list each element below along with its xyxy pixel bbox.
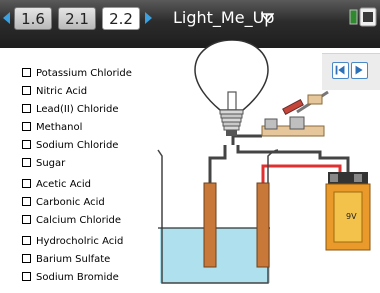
tab-2-1[interactable]: 2.1	[58, 7, 96, 30]
light-bulb	[194, 40, 269, 136]
battery-label: 9V	[346, 212, 357, 221]
previous-page-arrow-icon[interactable]	[3, 12, 10, 24]
checkbox[interactable]	[22, 197, 31, 206]
checkbox[interactable]	[22, 254, 31, 263]
battery-status-icon	[349, 7, 377, 27]
tab-1-6[interactable]: 1.6	[14, 7, 52, 30]
knife-switch	[261, 90, 329, 137]
checkbox[interactable]	[22, 215, 31, 224]
chevron-down-icon[interactable]	[261, 13, 274, 22]
checkbox[interactable]	[22, 272, 31, 281]
battery	[325, 172, 371, 251]
wire	[208, 145, 227, 183]
checkbox[interactable]	[22, 140, 31, 149]
wire	[231, 134, 262, 145]
checkbox[interactable]	[22, 86, 31, 95]
next-page-arrow-icon[interactable]	[145, 12, 152, 24]
electrode	[256, 182, 270, 268]
checkbox[interactable]	[22, 179, 31, 188]
checkbox[interactable]	[22, 236, 31, 245]
wire	[236, 145, 350, 172]
tab-2-2[interactable]: 2.2	[102, 7, 140, 30]
checkbox[interactable]	[22, 122, 31, 131]
checkbox[interactable]	[22, 104, 31, 113]
circuit-diagram	[157, 40, 371, 284]
electrode	[203, 182, 217, 268]
checkbox[interactable]	[22, 68, 31, 77]
checkbox[interactable]	[22, 158, 31, 167]
document-title[interactable]: Light_Me_Up	[173, 8, 274, 28]
